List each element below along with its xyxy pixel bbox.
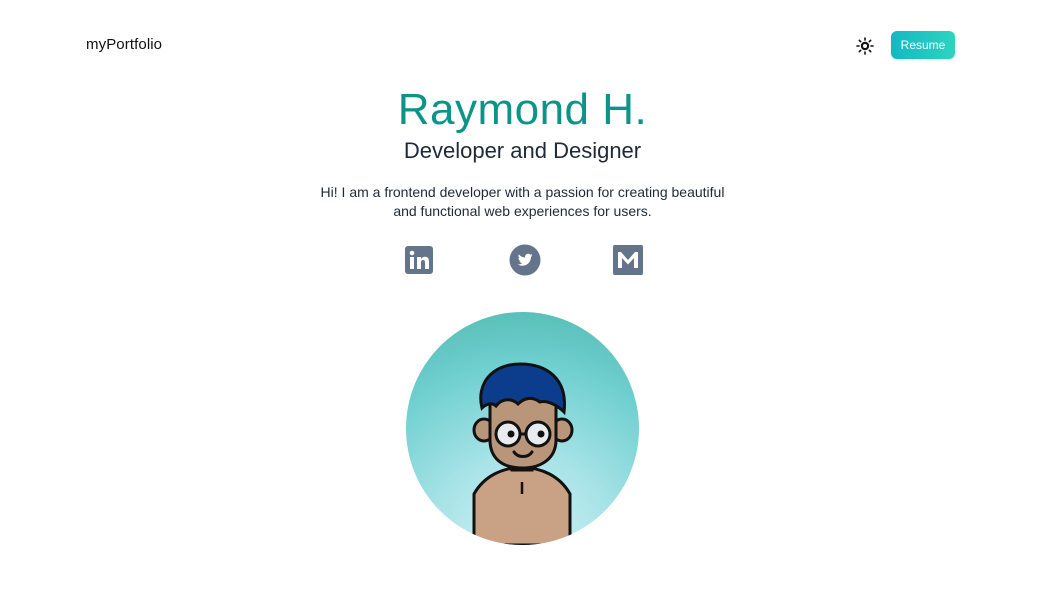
resume-button[interactable]: Resume bbox=[891, 31, 955, 59]
hero-bio: Hi! I am a frontend developer with a pas… bbox=[320, 184, 725, 219]
twitter-icon bbox=[509, 244, 541, 276]
hero-name: Raymond H. bbox=[397, 85, 648, 134]
hero-section: Raymond H. Developer and Designer Hi! I … bbox=[0, 84, 1045, 221]
sun-icon bbox=[856, 37, 874, 55]
theme-toggle-button[interactable] bbox=[855, 36, 875, 56]
avatar bbox=[406, 312, 639, 545]
top-nav: myPortfolio Resume bbox=[0, 0, 1045, 90]
avatar-illustration bbox=[472, 362, 574, 545]
social-links bbox=[0, 244, 1045, 280]
gmail-link[interactable] bbox=[612, 244, 644, 276]
hero-role: Developer and Designer bbox=[403, 138, 642, 163]
linkedin-icon bbox=[405, 246, 433, 274]
gmail-icon bbox=[613, 245, 643, 275]
linkedin-link[interactable] bbox=[403, 244, 435, 276]
twitter-link[interactable] bbox=[509, 244, 541, 276]
site-logo[interactable]: myPortfolio bbox=[86, 36, 162, 53]
